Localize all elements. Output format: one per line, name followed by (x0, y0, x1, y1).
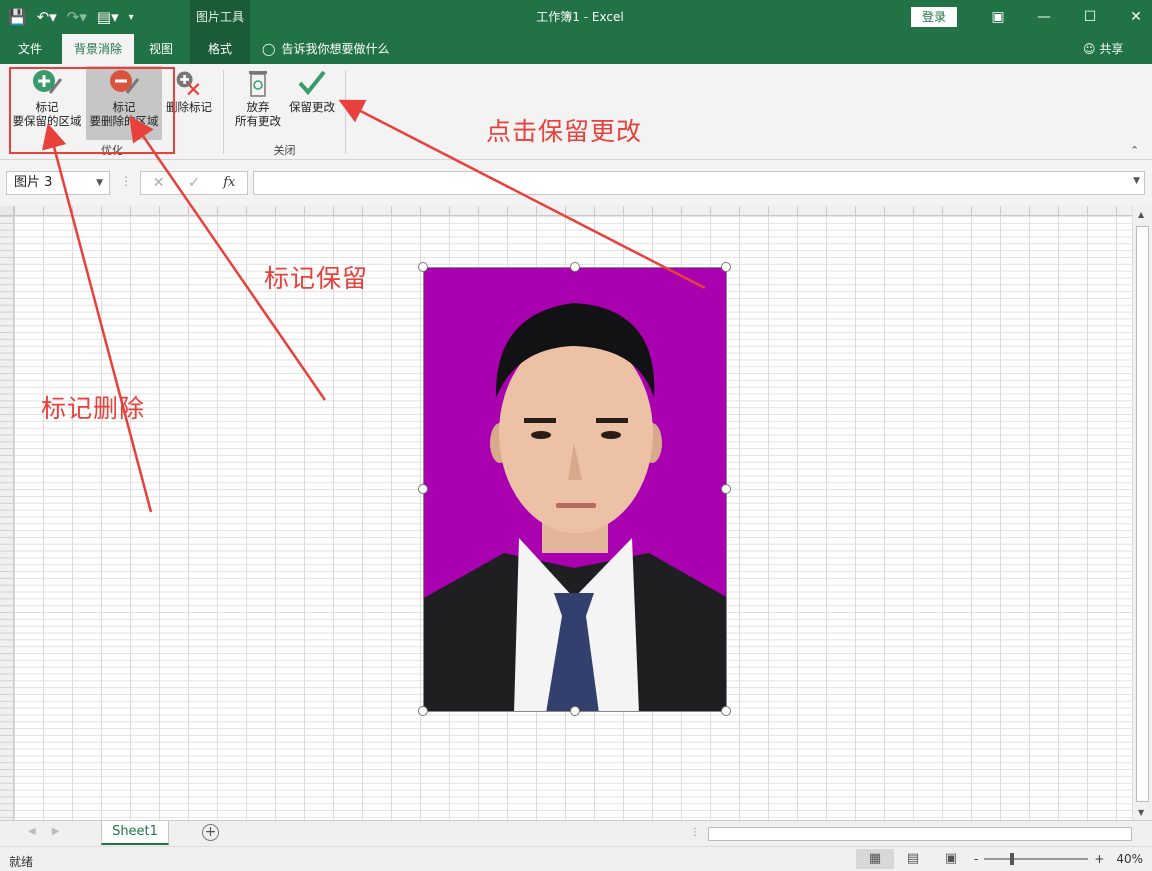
status-ready: 就绪 (9, 855, 34, 869)
undo-icon[interactable]: ↶▾ (37, 8, 57, 26)
select-all-corner[interactable] (0, 206, 14, 216)
worksheet-area[interactable]: ▲ ▼ (0, 206, 1152, 820)
keep-changes-label: 保留更改 (289, 100, 335, 114)
sheet-nav-arrows-icon[interactable]: ◀▶ (28, 826, 75, 837)
person-icon: ☺ (1083, 42, 1096, 56)
checkmark-icon (298, 70, 326, 96)
annotation-highlight-box (9, 67, 175, 154)
discard-line2: 所有更改 (235, 114, 281, 128)
ribbon-display-options-icon[interactable]: ▣ (975, 0, 1021, 34)
resize-handle[interactable] (721, 706, 731, 716)
group-separator (223, 70, 224, 154)
share-button[interactable]: ☺ 共享 (1083, 34, 1123, 64)
cancel-icon[interactable]: ✕ (141, 172, 176, 194)
annotation-mark-remove: 标记删除 (41, 394, 146, 423)
tell-me-label: 告诉我你想要做什么 (281, 42, 390, 56)
formula-input[interactable]: ▼ (253, 171, 1145, 195)
horizontal-scrollbar[interactable] (708, 827, 1132, 841)
lightbulb-icon: ◯ (262, 42, 276, 56)
zoom-slider[interactable] (984, 853, 1089, 865)
add-sheet-icon[interactable]: + (202, 824, 219, 841)
group-separator (345, 70, 346, 154)
chevron-down-icon[interactable]: ▼ (96, 172, 103, 194)
close-icon[interactable]: ✕ (1113, 0, 1152, 34)
share-label: 共享 (1099, 42, 1124, 56)
delete-mark-icon (176, 71, 200, 96)
quick-access-toolbar: 💾 ↶▾ ↷▾ ▤▾ ▾ (8, 7, 134, 27)
customize-qat-icon[interactable]: ▾ (129, 12, 134, 23)
expand-formula-bar-icon[interactable]: ▼ (1133, 176, 1140, 186)
zoom-in-button[interactable]: + (1094, 852, 1104, 866)
vertical-scrollbar[interactable]: ▲ ▼ (1132, 206, 1152, 820)
vertical-scroll-thumb[interactable] (1136, 226, 1149, 802)
page-layout-view-icon[interactable]: ▤ (894, 849, 932, 869)
sheet-tab-sheet1[interactable]: Sheet1 (101, 821, 169, 845)
sheet-tab-bar: ◀▶ Sheet1 + ⋮ (0, 820, 1152, 846)
picture-tools-context-title: 图片工具 (190, 0, 250, 34)
title-bar: 💾 ↶▾ ↷▾ ▤▾ ▾ 图片工具 工作簿1 - Excel 登录 ▣ — ☐ … (0, 0, 1152, 34)
view-switcher: ▦ ▤ ▣ (856, 849, 970, 869)
tab-split-handle[interactable]: ⋮ (690, 827, 700, 838)
keep-changes-button[interactable]: 保留更改 (286, 68, 338, 114)
resize-handle[interactable] (721, 484, 731, 494)
normal-view-icon[interactable]: ▦ (856, 849, 894, 869)
collapse-ribbon-icon[interactable]: ⌃ (1130, 144, 1139, 157)
formula-bar-splitter[interactable]: ⋮ (120, 174, 132, 188)
column-headers[interactable] (14, 206, 1132, 216)
group-label-close: 关闭 (273, 144, 296, 157)
portrait-photo (424, 268, 726, 711)
chart-icon[interactable]: ▤▾ (97, 8, 119, 26)
formula-buttons: ✕ ✓ fx (140, 171, 248, 195)
window-title: 工作簿1 - Excel (536, 10, 624, 24)
redo-icon[interactable]: ↷▾ (67, 8, 87, 26)
status-bar: 就绪 ▦ ▤ ▣ - + 40% (0, 846, 1152, 871)
zoom-control: - + 40% (974, 852, 1143, 866)
resize-handle[interactable] (418, 484, 428, 494)
save-icon[interactable]: 💾 (8, 8, 27, 26)
annotation-mark-keep: 标记保留 (264, 264, 369, 293)
row-headers[interactable] (0, 216, 14, 820)
zoom-level[interactable]: 40% (1116, 852, 1143, 866)
tab-file[interactable]: 文件 (8, 34, 52, 64)
resize-handle[interactable] (570, 706, 580, 716)
name-box[interactable]: 图片 3 ▼ (6, 171, 110, 195)
formula-bar: 图片 3 ▼ ⋮ ✕ ✓ fx ▼ (0, 160, 1152, 206)
resize-handle[interactable] (721, 262, 731, 272)
recycle-bin-icon (249, 71, 267, 97)
resize-handle[interactable] (418, 706, 428, 716)
scroll-down-icon[interactable]: ▼ (1138, 808, 1144, 817)
discard-line1: 放弃 (246, 100, 270, 114)
zoom-out-button[interactable]: - (974, 852, 978, 866)
discard-all-changes-button[interactable]: 放弃 所有更改 (231, 68, 285, 128)
window-controls: ▣ — ☐ ✕ (975, 0, 1152, 34)
maximize-icon[interactable]: ☐ (1067, 0, 1113, 34)
picture-3[interactable] (423, 267, 727, 712)
resize-handle[interactable] (418, 262, 428, 272)
insert-function-icon[interactable]: fx (212, 172, 247, 194)
annotation-keep-changes: 点击保留更改 (486, 117, 643, 146)
tell-me-box[interactable]: ◯ 告诉我你想要做什么 (262, 34, 389, 64)
enter-icon[interactable]: ✓ (176, 172, 211, 194)
tab-format[interactable]: 格式 (190, 34, 250, 64)
tab-background-removal[interactable]: 背景消除 (62, 34, 134, 64)
ribbon-tabs: 文件 背景消除 视图 格式 ◯ 告诉我你想要做什么 ☺ 共享 (0, 34, 1152, 64)
zoom-slider-thumb[interactable] (1010, 853, 1015, 865)
page-break-view-icon[interactable]: ▣ (932, 849, 970, 869)
login-button[interactable]: 登录 (911, 7, 957, 27)
resize-handle[interactable] (570, 262, 580, 272)
minimize-icon[interactable]: — (1021, 0, 1067, 34)
scroll-up-icon[interactable]: ▲ (1138, 210, 1144, 219)
tab-view[interactable]: 视图 (140, 34, 182, 64)
name-box-value: 图片 3 (14, 175, 53, 190)
